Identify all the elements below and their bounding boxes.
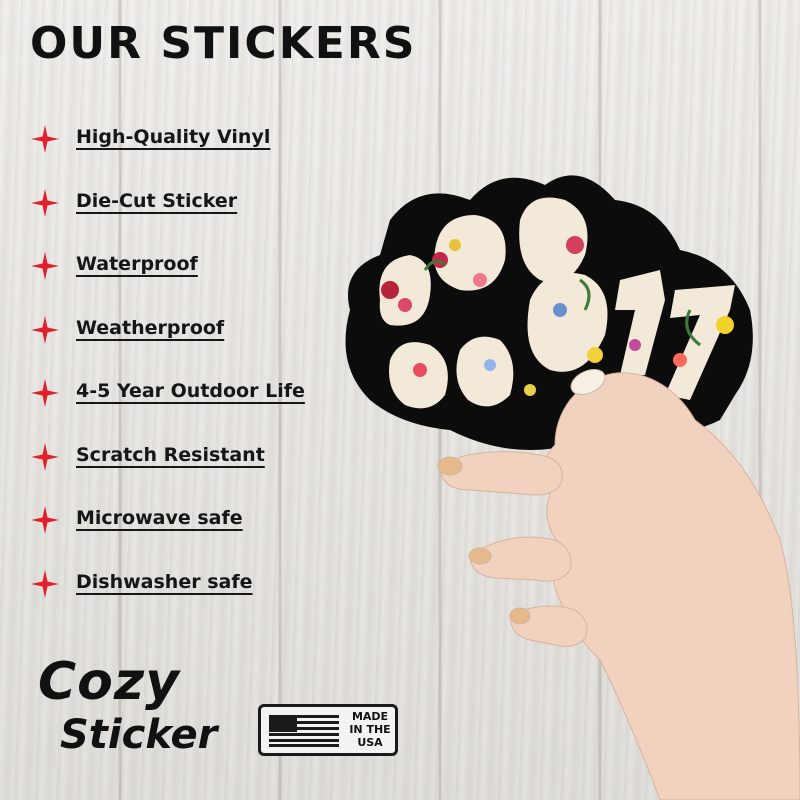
made-in-usa-badge: MADE IN THE USA	[258, 704, 398, 756]
badge-line3: USA	[357, 736, 383, 749]
feature-label: High-Quality Vinyl	[76, 126, 271, 148]
red-star-icon	[31, 188, 59, 217]
feature-item: Microwave safe	[30, 499, 305, 563]
feature-item: Scratch Resistant	[30, 436, 305, 500]
red-star-icon	[31, 252, 59, 280]
sticker-photo	[345, 175, 800, 800]
feature-label: Weatherproof	[76, 316, 225, 339]
feature-item: Weatherproof	[30, 309, 305, 373]
feature-item: 4-5 Year Outdoor Life	[30, 372, 305, 436]
brand-logo: Cozy Sticker	[22, 652, 222, 780]
red-star-icon	[31, 442, 59, 471]
feature-label: Dishwasher safe	[76, 570, 253, 593]
badge-text: MADE IN THE USA	[345, 710, 395, 749]
feature-item: Dishwasher safe	[30, 563, 305, 627]
red-star-icon	[31, 569, 59, 598]
us-flag-icon	[269, 715, 339, 747]
page-title: OUR STICKERS	[30, 18, 417, 69]
red-star-icon	[31, 315, 59, 344]
feature-label: 4-5 Year Outdoor Life	[76, 380, 305, 402]
red-star-icon	[31, 379, 59, 407]
badge-line1: MADE	[351, 710, 389, 723]
feature-list: High-Quality Vinyl Die-Cut Sticker Water…	[30, 118, 305, 626]
red-star-icon	[31, 125, 59, 153]
feature-label: Die-Cut Sticker	[76, 189, 238, 212]
feature-item: Waterproof	[30, 245, 305, 309]
feature-item: High-Quality Vinyl	[30, 118, 305, 182]
brand-name-line2: Sticker	[60, 712, 218, 758]
feature-item: Die-Cut Sticker	[30, 182, 305, 246]
badge-line2: IN THE	[349, 723, 391, 736]
feature-label: Microwave safe	[76, 507, 243, 529]
red-star-icon	[31, 506, 59, 534]
brand-name-line1: Cozy	[38, 652, 181, 712]
feature-label: Waterproof	[76, 253, 198, 275]
feature-label: Scratch Resistant	[76, 443, 265, 466]
